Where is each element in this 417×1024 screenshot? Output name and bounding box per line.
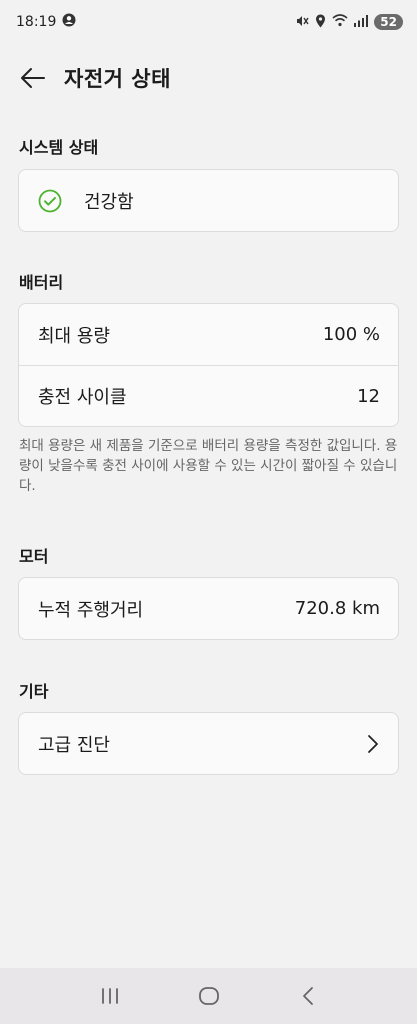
system-navigation-bar: [0, 968, 417, 1024]
max-capacity-row: 최대 용량 100 %: [19, 304, 398, 365]
page-title: 자전거 상태: [64, 67, 171, 91]
status-bar: 18:19 52: [0, 0, 417, 44]
battery-icon: 52: [374, 14, 403, 30]
odometer-value: 720.8 km: [294, 598, 380, 619]
system-health-row: 건강함: [19, 170, 398, 231]
max-capacity-label: 최대 용량: [38, 325, 110, 347]
battery-card: 최대 용량 100 % 충전 사이클 12: [18, 303, 399, 427]
motor-card: 누적 주행거리 720.8 km: [18, 577, 399, 640]
system-status-card: 건강함: [18, 169, 399, 232]
charge-cycles-label: 충전 사이클: [38, 387, 127, 408]
wifi-icon: [332, 14, 348, 30]
signal-icon: [354, 14, 369, 30]
back-button[interactable]: [18, 63, 48, 93]
status-time: 18:19: [16, 14, 57, 30]
max-capacity-value: 100 %: [322, 324, 380, 345]
home-button[interactable]: [189, 976, 229, 1016]
odometer-row: 누적 주행거리 720.8 km: [19, 578, 398, 639]
location-icon: [315, 14, 326, 31]
arrow-left-icon: [21, 68, 45, 88]
battery-section-label: 배터리: [19, 273, 64, 292]
odometer-label: 누적 주행거리: [38, 599, 144, 621]
battery-capacity-note: 최대 용량은 새 제품을 기준으로 배터리 용량을 측정한 값입니다. 용량이 …: [19, 438, 398, 494]
recent-apps-button[interactable]: [90, 976, 130, 1016]
home-icon: [198, 987, 219, 1005]
mute-vibrate-icon: [295, 14, 309, 31]
advanced-diagnostics-row[interactable]: 고급 진단: [19, 713, 398, 774]
back-icon: [302, 987, 313, 1005]
recent-apps-icon: [101, 988, 118, 1004]
charge-cycles-row: 충전 사이클 12: [19, 365, 398, 426]
nav-back-button[interactable]: [288, 976, 328, 1016]
chevron-right-icon: [368, 734, 378, 753]
other-section-label: 기타: [19, 682, 49, 701]
system-health-text: 건강함: [84, 191, 134, 213]
charge-cycles-value: 12: [357, 385, 380, 407]
advanced-diagnostics-label: 고급 진단: [38, 734, 110, 756]
account-circle-icon: [62, 13, 76, 31]
motor-section-label: 모터: [19, 547, 49, 566]
other-card: 고급 진단: [18, 712, 399, 775]
system-status-section-label: 시스템 상태: [19, 138, 99, 157]
check-circle-icon: [38, 189, 62, 212]
app-bar: 자전거 상태: [0, 50, 417, 106]
